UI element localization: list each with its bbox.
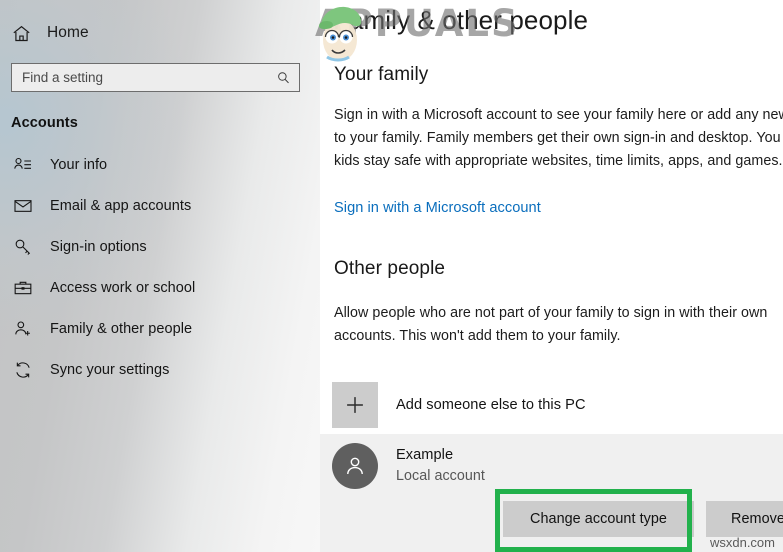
person-list-icon [13,155,33,175]
search-input[interactable] [12,64,262,91]
person-add-icon [13,319,33,339]
sidebar-item-label: Sync your settings [50,361,170,378]
add-someone-else-label: Add someone else to this PC [396,397,586,413]
main-content: Family & other people Your family Sign i… [320,0,783,552]
remove-account-button[interactable]: Remove [706,501,783,537]
home-icon [11,23,32,44]
sidebar-home-label: Home [47,24,89,41]
sign-in-microsoft-account-link[interactable]: Sign in with a Microsoft account [334,200,541,216]
other-people-heading: Other people [334,258,446,279]
other-people-description: Allow people who are not part of your fa… [334,305,768,345]
search-box[interactable] [11,63,300,92]
sidebar-item-family-other-people[interactable]: Family & other people [0,308,320,349]
sync-icon [13,360,33,380]
account-type: Local account [396,468,485,484]
page-title: Family & other people [333,5,589,35]
envelope-icon [13,196,33,216]
change-account-type-button[interactable]: Change account type [503,501,694,537]
account-name: Example [396,447,454,463]
sidebar-item-label: Family & other people [50,320,193,337]
sidebar-item-label: Email & app accounts [50,197,192,214]
sidebar-item-label: Your info [50,156,108,173]
sidebar-item-label: Access work or school [50,279,196,296]
sidebar-item-label: Sign-in options [50,238,147,255]
account-row[interactable]: Example Local account Change account typ… [320,434,783,552]
briefcase-icon [13,278,33,298]
sidebar-item-your-info[interactable]: Your info [0,144,320,185]
plus-icon [332,382,378,428]
avatar [332,443,378,489]
your-family-heading: Your family [334,64,429,85]
settings-window: Home Accounts You [0,0,783,552]
sidebar-item-email-app-accounts[interactable]: Email & app accounts [0,185,320,226]
sidebar-section-title: Accounts [11,115,78,131]
add-someone-else-button[interactable]: Add someone else to this PC [332,382,586,428]
key-icon [13,237,33,257]
sidebar-item-sync-your-settings[interactable]: Sync your settings [0,349,320,390]
sidebar-nav: Your info Email & app accounts Sign-in o… [0,144,320,390]
sidebar-item-access-work-or-school[interactable]: Access work or school [0,267,320,308]
sidebar: Home Accounts You [0,0,320,552]
sidebar-item-sign-in-options[interactable]: Sign-in options [0,226,320,267]
your-family-description: Sign in with a Microsoft account to see … [334,107,783,170]
sidebar-home-item[interactable]: Home [0,16,320,50]
